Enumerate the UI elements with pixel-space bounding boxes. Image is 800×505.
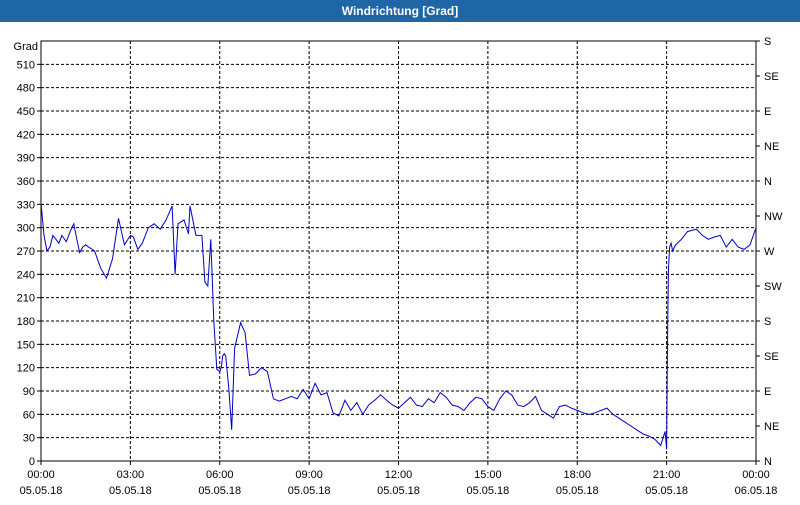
y-tick-label: 90 — [23, 386, 35, 398]
right-axis-label: NE — [764, 141, 779, 153]
right-axis-label: S — [764, 316, 771, 328]
y-axis-label: Grad — [14, 41, 38, 53]
right-axis-label: NE — [764, 421, 779, 433]
wind-direction-chart: 0 30 60 90 120 150 180 210 240 270 300 330 360 390 420… — [14, 36, 783, 497]
y-tick-label: 390 — [17, 153, 35, 165]
x-tick-date-label: 06.05.18 — [735, 485, 778, 497]
y-tick-label: 480 — [17, 83, 35, 95]
y-tick-label: 450 — [17, 106, 35, 118]
x-tick-time-label: 06:00 — [206, 469, 234, 481]
right-axis-label: SE — [764, 351, 779, 363]
x-tick-time-label: 09:00 — [295, 469, 323, 481]
x-tick-date-label: 05.05.18 — [645, 485, 688, 497]
y-tick-label: 420 — [17, 129, 35, 141]
x-tick-date-label: 05.05.18 — [288, 485, 331, 497]
right-axis-label: S — [764, 36, 771, 48]
x-tick-time-label: 00:00 — [27, 469, 55, 481]
y-tick-label: 330 — [17, 199, 35, 211]
y-tick-label: 270 — [17, 246, 35, 258]
chart-title: Windrichtung [Grad] — [341, 4, 459, 18]
right-axis-label: E — [764, 106, 771, 118]
y-tick-label: 240 — [17, 269, 35, 281]
x-tick-date-label: 05.05.18 — [20, 485, 63, 497]
right-axis-label: W — [764, 246, 775, 258]
x-tick-time-label: 00:00 — [742, 469, 770, 481]
chart-title-bar: Windrichtung [Grad] — [0, 0, 800, 22]
right-axis-label: E — [764, 386, 771, 398]
grid-layer — [41, 41, 756, 461]
y-tick-label: 300 — [17, 223, 35, 235]
y-tick-label: 180 — [17, 316, 35, 328]
y-tick-label: 30 — [23, 433, 35, 445]
right-axis-label: N — [764, 456, 772, 468]
x-tick-time-label: 15:00 — [474, 469, 502, 481]
right-axis-label: NW — [764, 211, 783, 223]
y-tick-label: 60 — [23, 409, 35, 421]
x-tick-time-label: 12:00 — [385, 469, 413, 481]
x-tick-time-label: 18:00 — [563, 469, 591, 481]
x-tick-time-label: 21:00 — [653, 469, 681, 481]
y-tick-label: 510 — [17, 59, 35, 71]
right-axis-label: N — [764, 176, 772, 188]
y-tick-label: 360 — [17, 176, 35, 188]
x-tick-date-label: 05.05.18 — [377, 485, 420, 497]
y-tick-label: 120 — [17, 363, 35, 375]
axis-layer: 0 30 60 90 120 150 180 210 240 270 300 330 360 390 420… — [17, 36, 783, 497]
y-tick-label: 210 — [17, 293, 35, 305]
chart-area: 0 30 60 90 120 150 180 210 240 270 300 330 360 390 420… — [0, 22, 800, 500]
x-tick-date-label: 05.05.18 — [466, 485, 509, 497]
right-axis-label: SE — [764, 71, 779, 83]
x-tick-date-label: 05.05.18 — [109, 485, 152, 497]
right-axis-label: SW — [764, 281, 782, 293]
y-tick-label: 150 — [17, 339, 35, 351]
x-tick-date-label: 05.05.18 — [198, 485, 241, 497]
y-tick-label: 0 — [29, 456, 35, 468]
x-tick-date-label: 05.05.18 — [556, 485, 599, 497]
x-tick-time-label: 03:00 — [117, 469, 145, 481]
